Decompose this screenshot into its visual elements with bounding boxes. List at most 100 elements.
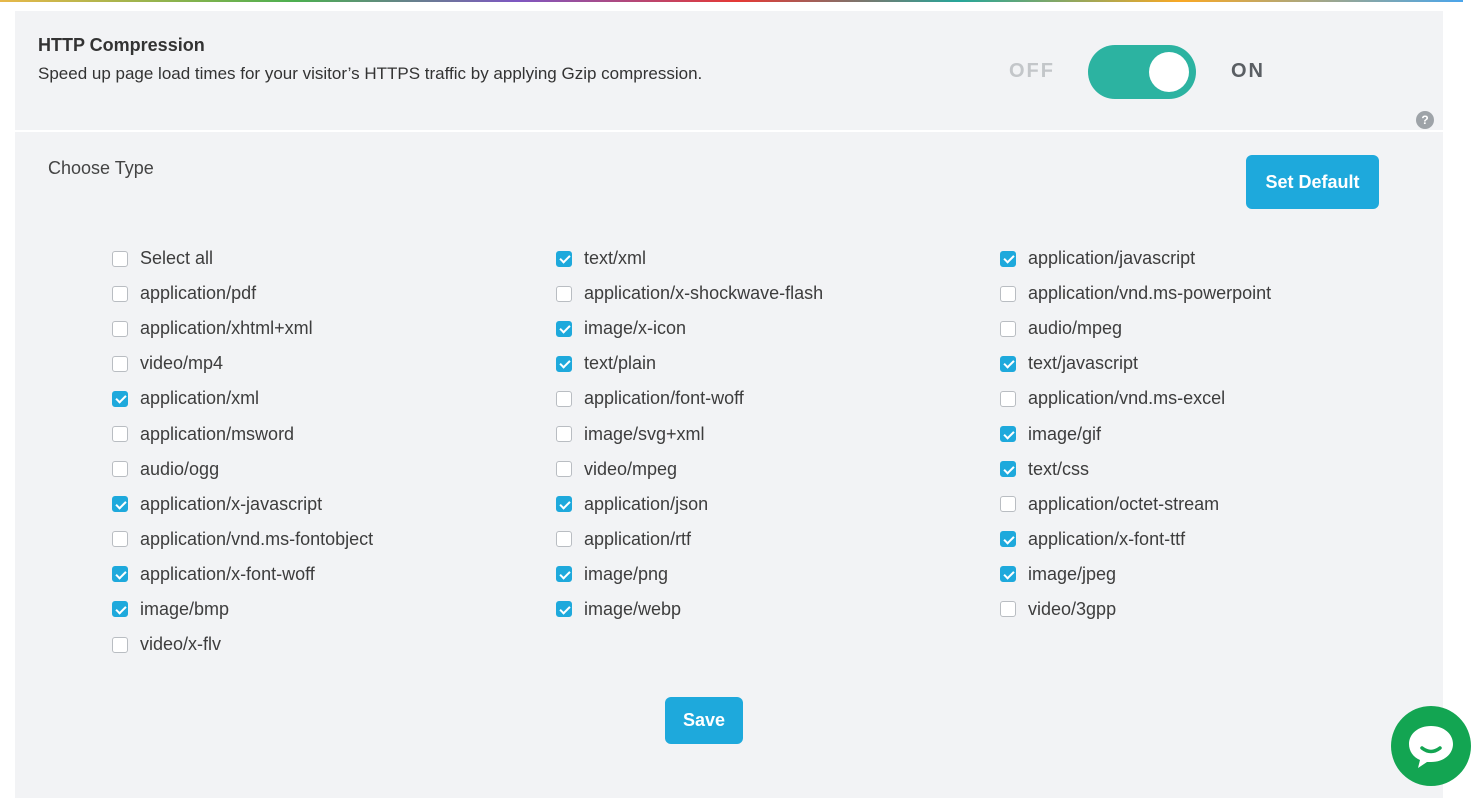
type-option[interactable]: audio/ogg	[112, 452, 532, 487]
type-option[interactable]: image/png	[556, 557, 976, 592]
checkbox-unchecked[interactable]	[556, 461, 572, 478]
checkbox-unchecked[interactable]	[556, 426, 572, 443]
checkbox-unchecked[interactable]	[1000, 390, 1016, 407]
top-color-strip	[0, 0, 1476, 2]
type-column-1: Select all application/pdf application/xht…	[112, 241, 532, 662]
type-option-label: application/xml	[140, 388, 260, 409]
checkbox-unchecked[interactable]	[1000, 320, 1016, 337]
type-option[interactable]: audio/mpeg	[1000, 311, 1420, 346]
type-option-label: application/json	[584, 493, 709, 514]
type-option[interactable]: video/x-flv	[112, 627, 532, 662]
type-option[interactable]: application/vnd.ms-excel	[1000, 381, 1420, 416]
type-option-label: image/gif	[1028, 423, 1102, 444]
checkbox-unchecked[interactable]	[112, 355, 128, 372]
type-option[interactable]: image/x-icon	[556, 311, 976, 346]
checkbox-checked[interactable]	[1000, 531, 1016, 548]
help-icon[interactable]: ?	[1416, 111, 1434, 129]
type-option-label: application/pdf	[140, 283, 257, 304]
checkbox-checked[interactable]	[556, 601, 572, 618]
type-option[interactable]: application/json	[556, 487, 976, 522]
type-option-label: text/javascript	[1028, 353, 1139, 374]
type-option[interactable]: Select all	[112, 241, 532, 276]
type-option-label: application/x-javascript	[140, 493, 323, 514]
type-option-label: image/jpeg	[1028, 563, 1117, 584]
checkbox-checked[interactable]	[112, 496, 128, 513]
checkbox-unchecked[interactable]	[1000, 285, 1016, 302]
checkbox-checked[interactable]	[1000, 461, 1016, 478]
type-option-label: application/font-woff	[584, 388, 744, 409]
checkbox-unchecked[interactable]	[556, 531, 572, 548]
checkbox-unchecked[interactable]	[1000, 601, 1016, 618]
type-option[interactable]: application/vnd.ms-fontobject	[112, 522, 532, 557]
save-button[interactable]: Save	[665, 697, 743, 744]
checkbox-checked[interactable]	[112, 601, 128, 618]
type-option-label: application/x-shockwave-flash	[584, 283, 824, 304]
checkbox-checked[interactable]	[1000, 250, 1016, 267]
checkbox-unchecked[interactable]	[556, 390, 572, 407]
toggle-off-label: OFF	[1009, 60, 1055, 82]
section-divider	[15, 130, 1443, 132]
chat-button[interactable]	[1391, 706, 1471, 786]
type-option[interactable]: application/x-font-ttf	[1000, 522, 1420, 557]
checkbox-checked[interactable]	[556, 250, 572, 267]
type-option[interactable]: image/jpeg	[1000, 557, 1420, 592]
type-option[interactable]: application/javascript	[1000, 241, 1420, 276]
type-option[interactable]: video/mpeg	[556, 452, 976, 487]
type-option-label: audio/ogg	[140, 458, 220, 479]
type-option[interactable]: application/x-shockwave-flash	[556, 276, 976, 311]
checkbox-checked[interactable]	[556, 320, 572, 337]
checkbox-unchecked[interactable]	[112, 461, 128, 478]
type-option[interactable]: image/webp	[556, 592, 976, 627]
checkbox-checked[interactable]	[556, 566, 572, 583]
type-option[interactable]: application/rtf	[556, 522, 976, 557]
type-option-label: application/x-font-woff	[140, 563, 315, 584]
checkbox-unchecked[interactable]	[112, 285, 128, 302]
type-option-label: application/msword	[140, 423, 295, 444]
compression-toggle[interactable]	[1088, 45, 1196, 99]
checkbox-checked[interactable]	[1000, 566, 1016, 583]
type-option[interactable]: application/xhtml+xml	[112, 311, 532, 346]
checkbox-unchecked[interactable]	[112, 531, 128, 548]
checkbox-unchecked[interactable]	[112, 250, 128, 267]
type-option-label: application/octet-stream	[1028, 493, 1220, 514]
checkbox-unchecked[interactable]	[1000, 496, 1016, 513]
checkbox-unchecked[interactable]	[112, 426, 128, 443]
checkbox-checked[interactable]	[1000, 426, 1016, 443]
checkbox-unchecked[interactable]	[112, 636, 128, 653]
type-option[interactable]: application/vnd.ms-powerpoint	[1000, 276, 1420, 311]
type-option[interactable]: application/xml	[112, 381, 532, 416]
checkbox-checked[interactable]	[556, 355, 572, 372]
type-option-label: video/mpeg	[584, 458, 678, 479]
type-option[interactable]: image/svg+xml	[556, 416, 976, 451]
type-option[interactable]: video/3gpp	[1000, 592, 1420, 627]
type-option[interactable]: application/msword	[112, 416, 532, 451]
type-option[interactable]: text/javascript	[1000, 346, 1420, 381]
type-option-label: image/bmp	[140, 598, 230, 619]
type-option[interactable]: video/mp4	[112, 346, 532, 381]
type-option[interactable]: application/x-javascript	[112, 487, 532, 522]
type-option[interactable]: application/x-font-woff	[112, 557, 532, 592]
checkbox-unchecked[interactable]	[556, 285, 572, 302]
type-option-label: image/x-icon	[584, 318, 687, 339]
checkbox-unchecked[interactable]	[112, 320, 128, 337]
type-option[interactable]: application/font-woff	[556, 381, 976, 416]
set-default-button[interactable]: Set Default	[1246, 155, 1379, 209]
type-option[interactable]: text/xml	[556, 241, 976, 276]
checkbox-checked[interactable]	[112, 390, 128, 407]
type-option[interactable]: application/pdf	[112, 276, 532, 311]
type-option-label: application/rtf	[584, 528, 692, 549]
type-option-label: application/vnd.ms-fontobject	[140, 528, 374, 549]
checkbox-checked[interactable]	[1000, 355, 1016, 372]
page-edge	[1463, 0, 1476, 806]
type-option-label: image/svg+xml	[584, 423, 705, 444]
type-option[interactable]: text/css	[1000, 452, 1420, 487]
type-option[interactable]: text/plain	[556, 346, 976, 381]
type-option[interactable]: image/bmp	[112, 592, 532, 627]
type-option[interactable]: image/gif	[1000, 416, 1420, 451]
type-option-label: Select all	[140, 248, 214, 269]
checkbox-checked[interactable]	[556, 496, 572, 513]
type-option[interactable]: application/octet-stream	[1000, 487, 1420, 522]
type-option-label: audio/mpeg	[1028, 318, 1123, 339]
type-option-label: application/x-font-ttf	[1028, 528, 1186, 549]
checkbox-checked[interactable]	[112, 566, 128, 583]
